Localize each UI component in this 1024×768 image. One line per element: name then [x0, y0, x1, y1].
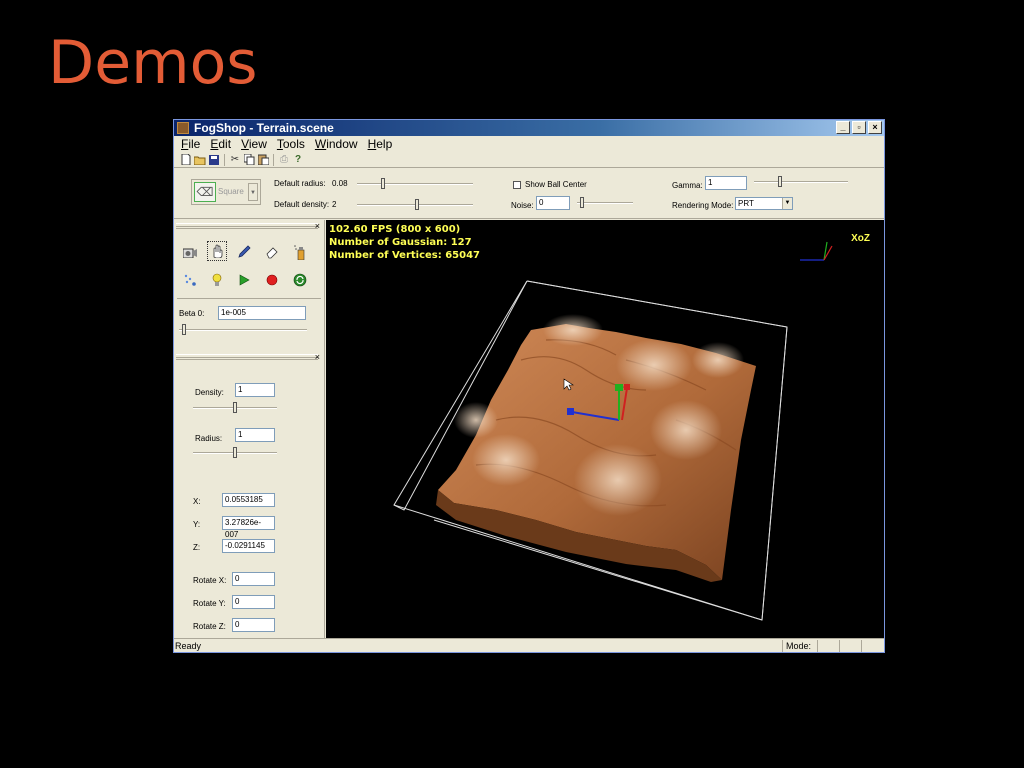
beta-slider[interactable] — [179, 324, 307, 335]
status-cell — [817, 640, 837, 652]
gaussian-count: Number of Gaussian: 127 — [329, 237, 472, 248]
chevron-down-icon[interactable]: ▼ — [248, 183, 258, 201]
eraser-icon[interactable] — [262, 242, 282, 262]
menu-window[interactable]: Window — [310, 136, 363, 152]
show-ball-center-checkbox[interactable] — [513, 181, 521, 189]
property-bar: ⌫ Square ▼ Default radius: 0.08 Default … — [174, 169, 884, 219]
vertex-count: Number of Vertices: 65047 — [329, 250, 481, 261]
toolbar-separator — [224, 153, 225, 166]
default-density-slider[interactable] — [357, 199, 473, 210]
menu-file[interactable]: File — [176, 136, 205, 152]
axis-plane-label: XoZ — [851, 233, 870, 244]
default-radius-slider[interactable] — [357, 178, 473, 189]
left-panel: × Beta 0: 1e-005 × Density: 1 Radius: 1 … — [174, 220, 325, 638]
fogshop-window: FogShop - Terrain.scene _ ▫ × File Edit … — [173, 119, 885, 653]
mode-label: Mode: — [782, 640, 814, 652]
fps-text: 102.60 FPS (800 x 600) — [329, 224, 461, 235]
noise-label: Noise: — [511, 201, 534, 210]
scatter-icon[interactable] — [180, 270, 200, 290]
paste-icon[interactable] — [257, 154, 269, 166]
gamma-input[interactable]: 1 — [705, 176, 747, 190]
new-file-icon[interactable] — [180, 154, 192, 166]
app-icon — [177, 122, 189, 134]
rotate-z-label: Rotate Z: — [193, 622, 226, 631]
x-label: X: — [193, 497, 201, 506]
y-input[interactable]: 3.27826e-007 — [222, 516, 275, 539]
menu-help[interactable]: Help — [363, 136, 398, 152]
slide-title: Demos — [48, 28, 258, 98]
z-label: Z: — [193, 543, 201, 552]
radius-input[interactable]: 1 — [235, 428, 275, 442]
default-density-label: Default density: — [274, 200, 330, 209]
render-stats: 102.60 FPS (800 x 600) Number of Gaussia… — [329, 223, 480, 262]
status-bar: Ready Mode: — [174, 638, 884, 652]
eraser-icon: ⌫ — [194, 182, 216, 202]
record-icon[interactable] — [262, 270, 282, 290]
density-label: Density: — [195, 388, 224, 397]
menu-edit[interactable]: Edit — [205, 136, 236, 152]
beta-input[interactable]: 1e-005 — [218, 306, 306, 320]
gamma-label: Gamma: — [672, 181, 703, 190]
3d-viewport[interactable]: 102.60 FPS (800 x 600) Number of Gaussia… — [326, 220, 884, 638]
gamma-slider[interactable] — [754, 176, 848, 187]
z-input[interactable]: -0.0291145 — [222, 539, 275, 553]
rotate-y-label: Rotate Y: — [193, 599, 226, 608]
hand-icon[interactable] — [207, 241, 227, 261]
default-radius-value: 0.08 — [332, 179, 348, 188]
panel-grip[interactable] — [176, 354, 318, 360]
status-cell — [861, 640, 881, 652]
rendering-mode-select[interactable]: PRT ▼ — [735, 197, 793, 210]
radius-label: Radius: — [195, 434, 223, 443]
x-input[interactable]: 0.0553185 — [222, 493, 275, 507]
menu-tools[interactable]: Tools — [272, 136, 310, 152]
y-label: Y: — [193, 520, 201, 529]
main-toolbar: ✂ ⎙ ? — [174, 152, 884, 168]
copy-icon[interactable] — [243, 154, 255, 166]
window-title: FogShop - Terrain.scene — [194, 121, 334, 135]
beta-label: Beta 0: — [179, 309, 205, 318]
default-density-value: 2 — [332, 200, 337, 209]
menu-bar: File Edit View Tools Window Help — [174, 136, 884, 152]
radius-slider[interactable] — [193, 447, 277, 458]
show-ball-center-label: Show Ball Center — [525, 180, 587, 189]
terrain-render — [393, 241, 833, 621]
save-icon[interactable] — [208, 154, 220, 166]
camera-icon[interactable] — [180, 242, 200, 262]
spray-icon[interactable] — [290, 242, 310, 262]
window-titlebar[interactable]: FogShop - Terrain.scene _ ▫ × — [174, 120, 884, 136]
brush-shape-label: Square — [218, 187, 244, 196]
rendering-mode-label: Rendering Mode: — [672, 201, 734, 210]
rendering-mode-value: PRT — [738, 199, 754, 208]
default-radius-label: Default radius: — [274, 179, 326, 188]
help-icon[interactable]: ? — [292, 154, 304, 166]
noise-slider[interactable] — [577, 197, 633, 208]
panel-grip[interactable] — [176, 223, 318, 229]
rotate-x-input[interactable]: 0 — [232, 572, 275, 586]
print-icon[interactable]: ⎙ — [278, 154, 290, 166]
noise-input[interactable]: 0 — [536, 196, 570, 210]
brush-selector[interactable]: ⌫ Square ▼ — [191, 179, 261, 205]
close-button[interactable]: × — [868, 121, 882, 134]
density-input[interactable]: 1 — [235, 383, 275, 397]
refresh-icon[interactable] — [290, 270, 310, 290]
minimize-button[interactable]: _ — [836, 121, 850, 134]
menu-view[interactable]: View — [236, 136, 272, 152]
divider — [177, 298, 321, 299]
toolbar-separator — [273, 153, 274, 166]
play-icon[interactable] — [234, 270, 254, 290]
close-icon[interactable]: × — [315, 352, 320, 362]
status-cell — [839, 640, 859, 652]
rotate-y-input[interactable]: 0 — [232, 595, 275, 609]
chevron-down-icon[interactable]: ▼ — [782, 198, 792, 209]
rotate-x-label: Rotate X: — [193, 576, 227, 585]
lightbulb-icon[interactable] — [207, 270, 227, 290]
status-text: Ready — [175, 641, 202, 651]
close-icon[interactable]: × — [315, 221, 320, 231]
density-slider[interactable] — [193, 402, 277, 413]
rotate-z-input[interactable]: 0 — [232, 618, 275, 632]
open-folder-icon[interactable] — [194, 154, 206, 166]
cut-icon[interactable]: ✂ — [229, 154, 241, 166]
maximize-button[interactable]: ▫ — [852, 121, 866, 134]
pencil-icon[interactable] — [234, 242, 254, 262]
